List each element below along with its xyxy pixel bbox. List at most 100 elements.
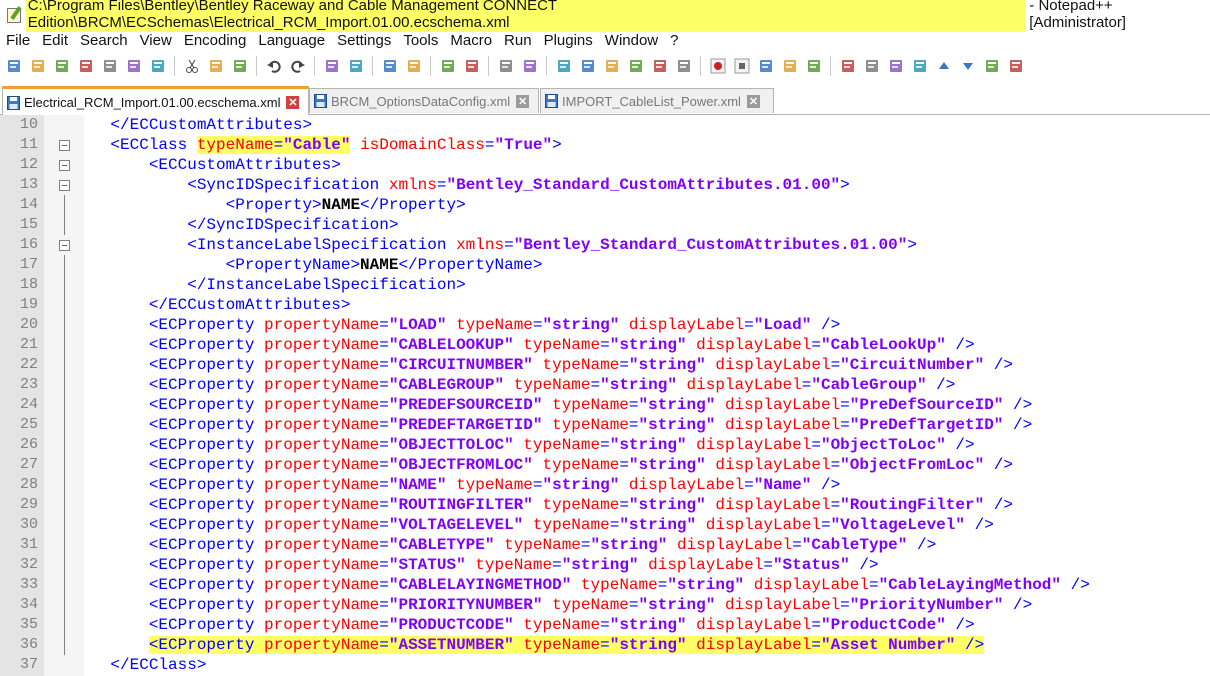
code-token: displayLabel: [753, 576, 869, 594]
toolbar-separator: [488, 56, 489, 76]
panel-button[interactable]: [1006, 56, 1026, 76]
find-button[interactable]: [322, 56, 342, 76]
code-text: <ECProperty propertyName="CABLELAYINGMET…: [72, 575, 1090, 595]
show-all-chars-button[interactable]: [520, 56, 540, 76]
doc-map-button[interactable]: [602, 56, 622, 76]
code-token: propertyName: [264, 536, 380, 554]
copy-button[interactable]: [206, 56, 226, 76]
fold-toggle-icon[interactable]: [59, 180, 70, 191]
save-button[interactable]: [52, 56, 72, 76]
monitor-button[interactable]: [674, 56, 694, 76]
code-line: 32 <ECProperty propertyName="STATUS" typ…: [0, 555, 1210, 575]
udl-button[interactable]: [578, 56, 598, 76]
menu-encoding[interactable]: Encoding: [178, 32, 253, 49]
save-macro-button[interactable]: [804, 56, 824, 76]
code-token: xmlns: [456, 236, 505, 254]
code-token: =: [379, 536, 389, 554]
tab-close-icon[interactable]: ✕: [746, 94, 760, 108]
code-token: "STATUS": [388, 556, 466, 574]
menu-help[interactable]: ?: [664, 32, 684, 49]
code-text: <SyncIDSpecification xmlns="Bentley_Stan…: [72, 175, 850, 195]
menu-window[interactable]: Window: [599, 32, 664, 49]
undo-button[interactable]: [264, 56, 284, 76]
code-token: =: [600, 616, 610, 634]
menu-macro[interactable]: Macro: [444, 32, 498, 49]
code-line: 13 <SyncIDSpecification xmlns="Bentley_S…: [0, 175, 1210, 195]
code-token: "PRODUCTCODE": [388, 616, 514, 634]
indent-guide-button[interactable]: [554, 56, 574, 76]
menu-plugins[interactable]: Plugins: [538, 32, 599, 49]
up-arrow-button[interactable]: [934, 56, 954, 76]
down-arrow-button[interactable]: [958, 56, 978, 76]
cut-button[interactable]: [182, 56, 202, 76]
code-token: =: [379, 316, 389, 334]
word-wrap-button[interactable]: [496, 56, 516, 76]
stop-record-button[interactable]: [732, 56, 752, 76]
tab-electrical-rcm-import[interactable]: Electrical_RCM_Import.01.00.ecschema.xml…: [2, 86, 309, 116]
code-token: "ObjectToLoc": [820, 436, 946, 454]
toolbar-separator: [174, 56, 175, 76]
list-button[interactable]: [862, 56, 882, 76]
cut-icon: [184, 58, 200, 74]
tab-import-cablelist[interactable]: IMPORT_CableList_Power.xml ✕: [540, 88, 774, 113]
menu-view[interactable]: View: [134, 32, 178, 49]
list-check-button[interactable]: [886, 56, 906, 76]
sort-button[interactable]: [910, 56, 930, 76]
code-line: 11 <ECClass typeName="Cable" isDomainCla…: [0, 135, 1210, 155]
fold-guide: [64, 335, 65, 355]
redo-button[interactable]: [288, 56, 308, 76]
tab-label: IMPORT_CableList_Power.xml: [562, 93, 741, 109]
code-token: =: [840, 396, 850, 414]
filter-button[interactable]: [982, 56, 1002, 76]
code-token: =: [619, 356, 629, 374]
code-token: "CABLEGROUP": [388, 376, 505, 394]
code-token: "CableType": [801, 536, 908, 554]
play-macro-button[interactable]: [756, 56, 776, 76]
code-token: propertyName: [264, 576, 380, 594]
menu-run[interactable]: Run: [498, 32, 538, 49]
menu-language[interactable]: Language: [252, 32, 331, 49]
fold-toggle-icon[interactable]: [59, 160, 70, 171]
code-token: "ASSETNUMBER": [388, 636, 514, 654]
code-token: typeName: [456, 316, 533, 334]
tab-brcm-options[interactable]: BRCM_OptionsDataConfig.xml ✕: [309, 88, 539, 113]
menu-tools[interactable]: Tools: [397, 32, 444, 49]
fold-guide: [64, 475, 65, 495]
code-editor[interactable]: 10 </ECCustomAttributes> 11 <ECClass type…: [0, 115, 1210, 676]
code-token: =: [379, 376, 389, 394]
code-token: =: [792, 536, 802, 554]
new-file-button[interactable]: [4, 56, 24, 76]
run-macro-multiple-button[interactable]: [780, 56, 800, 76]
save-all-button[interactable]: [76, 56, 96, 76]
zoom-out-button[interactable]: [404, 56, 424, 76]
folder-workspace-button[interactable]: [650, 56, 670, 76]
menu-search[interactable]: Search: [74, 32, 134, 49]
function-list-icon: [628, 58, 644, 74]
close-all-button[interactable]: [124, 56, 144, 76]
sync-vertical-button[interactable]: [438, 56, 458, 76]
record-macro-button[interactable]: [708, 56, 728, 76]
tab-close-icon[interactable]: ✕: [286, 96, 300, 109]
open-file-button[interactable]: [28, 56, 48, 76]
menu-file[interactable]: File: [0, 32, 36, 49]
function-list-button[interactable]: [626, 56, 646, 76]
sync-horizontal-button[interactable]: [462, 56, 482, 76]
menu-settings[interactable]: Settings: [331, 32, 397, 49]
code-token: "VoltageLevel": [830, 516, 965, 534]
udl-icon: [580, 58, 596, 74]
bookmark-button[interactable]: [838, 56, 858, 76]
fold-toggle-icon[interactable]: [59, 240, 70, 251]
code-token: typeName: [523, 616, 601, 634]
menu-edit[interactable]: Edit: [36, 32, 74, 49]
zoom-in-button[interactable]: [380, 56, 400, 76]
code-token: <ECProperty: [72, 396, 265, 414]
replace-button[interactable]: [346, 56, 366, 76]
new-file-icon: [6, 58, 22, 74]
print-button[interactable]: [148, 56, 168, 76]
fold-toggle-icon[interactable]: [59, 140, 70, 151]
tab-close-icon[interactable]: ✕: [516, 94, 530, 108]
close-button[interactable]: [100, 56, 120, 76]
paste-button[interactable]: [230, 56, 250, 76]
